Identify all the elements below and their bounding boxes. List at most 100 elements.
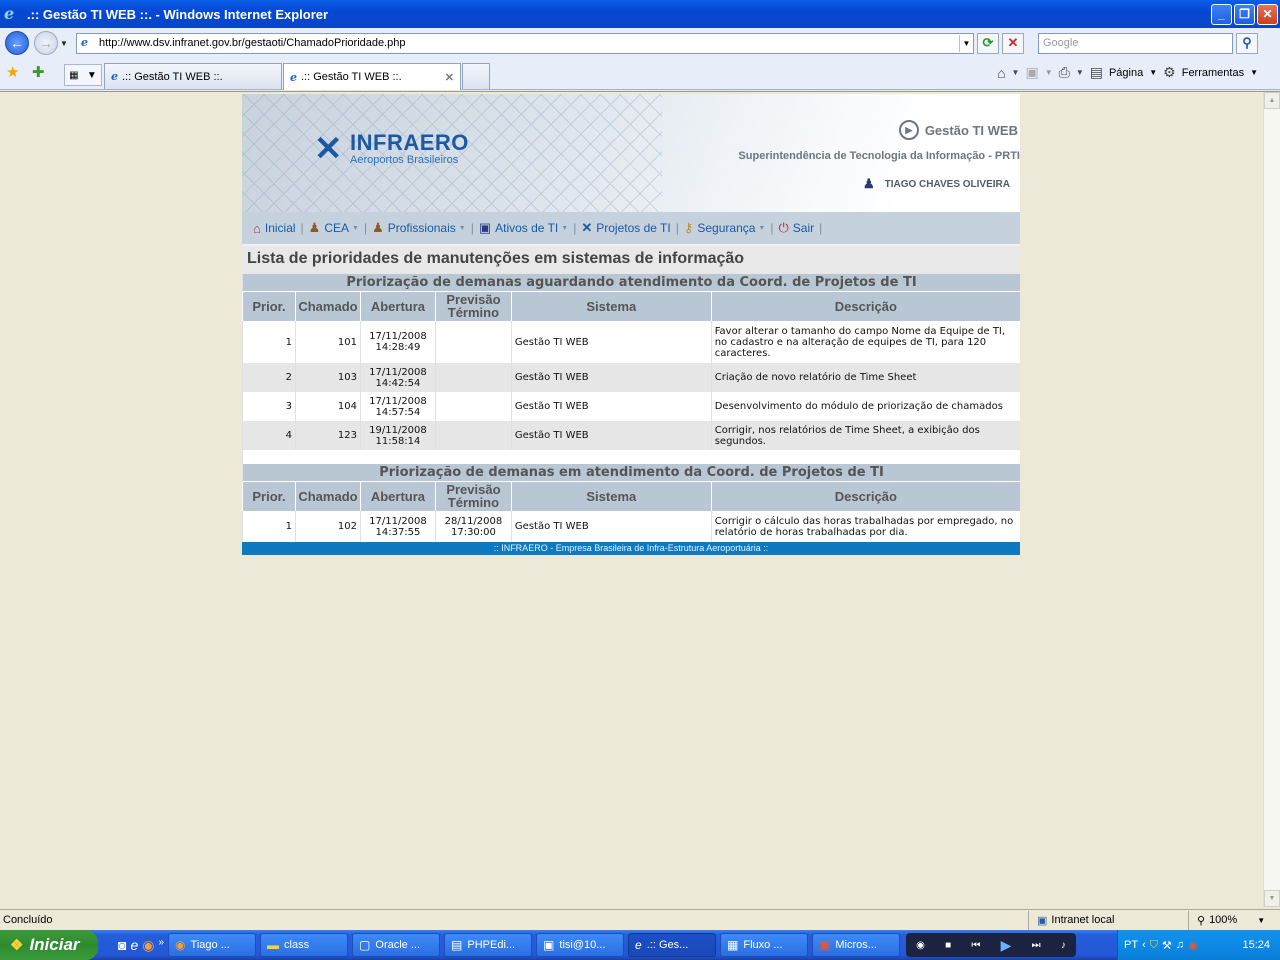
- next-icon[interactable]: ⏭: [1032, 940, 1041, 951]
- print-icon[interactable]: ⎙: [1059, 64, 1070, 81]
- page-dropdown-icon[interactable]: ▼: [1149, 68, 1157, 77]
- speaker-icon[interactable]: ♫: [1176, 939, 1184, 951]
- tools-menu[interactable]: Ferramentas: [1182, 67, 1244, 79]
- history-dropdown-icon[interactable]: ▼: [58, 39, 70, 48]
- col-sistema[interactable]: Sistema: [510, 290, 712, 321]
- previous-icon[interactable]: ⏮: [971, 940, 980, 951]
- search-button[interactable]: ⚲: [1236, 32, 1258, 54]
- menu-projetos[interactable]: ✕ Projetos de TI: [576, 220, 675, 236]
- section-title: Priorização de demanas aguardando atendi…: [242, 274, 1020, 291]
- tab-1[interactable]: e .:: Gestão TI WEB ::.: [104, 63, 282, 89]
- cell-chamado[interactable]: 102: [294, 511, 361, 542]
- time: 14:57:54: [375, 406, 421, 418]
- vertical-scrollbar[interactable]: ▲ ▼: [1263, 92, 1280, 907]
- task-button-4[interactable]: ▤ PHPEdi...: [444, 933, 533, 957]
- home-icon[interactable]: ⌂: [997, 65, 1005, 81]
- col-chamado[interactable]: Chamado: [294, 480, 361, 511]
- scroll-up-icon[interactable]: ▲: [1264, 92, 1280, 109]
- forward-button[interactable]: →: [34, 31, 58, 55]
- col-previsao[interactable]: Previsão Término: [434, 290, 512, 321]
- menu-seguranca[interactable]: ⚷ Segurança ▼: [679, 220, 771, 236]
- page-menu[interactable]: Página: [1109, 67, 1143, 79]
- start-button[interactable]: ❖ Iniciar: [0, 930, 98, 960]
- menu-cea[interactable]: ♟ CEA ▼: [304, 220, 364, 236]
- menu-ativos[interactable]: ▣ Ativos de TI ▼: [474, 220, 573, 236]
- print-dropdown-icon[interactable]: ▼: [1076, 68, 1084, 77]
- security-zone[interactable]: ▣ Intranet local: [1028, 910, 1188, 930]
- col-sistema[interactable]: Sistema: [510, 480, 712, 511]
- play-media-icon[interactable]: ▶: [1001, 937, 1012, 954]
- col-prior[interactable]: Prior.: [242, 290, 296, 321]
- stop-media-icon[interactable]: ■: [945, 940, 951, 951]
- new-tab-button[interactable]: [462, 63, 490, 89]
- table-row[interactable]: 3 104 17/11/2008 14:57:54 Gestão TI WEB D…: [242, 392, 1020, 421]
- col-abertura[interactable]: Abertura: [359, 290, 436, 321]
- table-row[interactable]: 4 123 19/11/2008 11:58:14 Gestão TI WEB C…: [242, 421, 1020, 450]
- refresh-button[interactable]: ⟳: [977, 32, 999, 54]
- cell-chamado[interactable]: 101: [294, 321, 361, 363]
- shield-icon[interactable]: ⛉: [1150, 939, 1158, 952]
- maximize-button[interactable]: ❐: [1234, 3, 1255, 25]
- menu-inicial[interactable]: ⌂ Inicial: [248, 221, 301, 236]
- firefox-icon[interactable]: ◉: [142, 937, 154, 954]
- cell-chamado[interactable]: 103: [294, 363, 361, 392]
- app-icon: ▤: [451, 938, 463, 952]
- language-indicator[interactable]: PT: [1124, 939, 1138, 951]
- table-row[interactable]: 1 101 17/11/2008 14:28:49 Gestão TI WEB F…: [242, 321, 1020, 363]
- date: 17/11/2008: [369, 515, 427, 527]
- home-dropdown-icon[interactable]: ▼: [1012, 68, 1020, 77]
- tools-dropdown-icon[interactable]: ▼: [1250, 68, 1258, 77]
- volume-icon[interactable]: ♪: [1061, 940, 1066, 951]
- task-button-2[interactable]: ▬ class: [260, 933, 349, 957]
- back-button[interactable]: ←: [5, 31, 29, 55]
- search-input[interactable]: Google: [1038, 32, 1233, 54]
- col-previsao[interactable]: Previsão Término: [434, 480, 512, 511]
- url-dropdown-icon[interactable]: ▼: [959, 34, 973, 52]
- more-icon[interactable]: »: [158, 937, 164, 954]
- quick-tabs-button[interactable]: ▦ ▼: [64, 64, 102, 86]
- tray-arrow-icon[interactable]: ‹: [1142, 939, 1146, 951]
- task-button-3[interactable]: ▢ Oracle ...: [352, 933, 441, 957]
- play-icon: ▶: [898, 120, 919, 140]
- app-icon: ▣: [819, 938, 831, 952]
- task-button-7[interactable]: ▦ Fluxo ...: [720, 933, 809, 957]
- favorites-star-icon[interactable]: ★: [6, 63, 19, 81]
- ie-quicklaunch-icon[interactable]: e: [130, 937, 138, 954]
- security-center-icon[interactable]: ◉: [1188, 939, 1198, 952]
- menu-profissionais[interactable]: ♟ Profissionais ▼: [367, 220, 471, 236]
- media-menu-icon[interactable]: ◉: [916, 940, 925, 951]
- task-button-6[interactable]: e .:: Ges...: [628, 933, 717, 957]
- table-row[interactable]: 1 102 17/11/2008 14:37:55 28/11/2008 17:30…: [242, 511, 1020, 542]
- stop-button[interactable]: ✕: [1002, 32, 1024, 54]
- zoom-dropdown-icon[interactable]: ▼: [1257, 916, 1265, 925]
- keys-icon: ⚷: [683, 220, 694, 235]
- close-button[interactable]: ✕: [1257, 3, 1278, 25]
- task-button-1[interactable]: ◉ Tiago ...: [168, 933, 257, 957]
- minimize-button[interactable]: _: [1211, 3, 1232, 25]
- col-descricao[interactable]: Descrição: [710, 290, 1020, 321]
- desktop-icon[interactable]: ◙: [118, 937, 126, 954]
- zoom-control[interactable]: ⚲ 100% ▼: [1188, 910, 1280, 930]
- scroll-down-icon[interactable]: ▼: [1264, 890, 1280, 907]
- col-abertura[interactable]: Abertura: [359, 480, 436, 511]
- cell-chamado[interactable]: 104: [294, 392, 361, 421]
- col-prior[interactable]: Prior.: [242, 480, 296, 511]
- url-input[interactable]: e http://www.dsv.infranet.gov.br/gestaot…: [76, 32, 974, 54]
- col-descricao[interactable]: Descrição: [710, 480, 1020, 511]
- col-chamado[interactable]: Chamado: [294, 290, 361, 321]
- task-button-8[interactable]: ▣ Micros...: [812, 933, 901, 957]
- feeds-dropdown-icon[interactable]: ▼: [1045, 68, 1053, 77]
- tab-2[interactable]: e .:: Gestão TI WEB ::. ✕: [283, 63, 461, 90]
- network-icon[interactable]: ⚒: [1162, 939, 1172, 952]
- add-favorites-icon[interactable]: ✚: [32, 63, 45, 81]
- table-row[interactable]: 2 103 17/11/2008 14:42:54 Gestão TI WEB C…: [242, 363, 1020, 392]
- feeds-icon[interactable]: ▣: [1025, 64, 1038, 81]
- tab-label: .:: Gestão TI WEB ::.: [122, 70, 223, 83]
- task-button-5[interactable]: ▣ tisi@10...: [536, 933, 625, 957]
- cell-descricao: Criação de novo relatório de Time Sheet: [710, 363, 1020, 392]
- close-tab-icon[interactable]: ✕: [445, 71, 454, 84]
- ie-logo-icon: e: [4, 4, 15, 23]
- menu-sair[interactable]: ⏻ Sair: [773, 220, 819, 236]
- tab-list-dropdown-icon[interactable]: ▼: [87, 70, 97, 81]
- cell-chamado[interactable]: 123: [294, 421, 361, 450]
